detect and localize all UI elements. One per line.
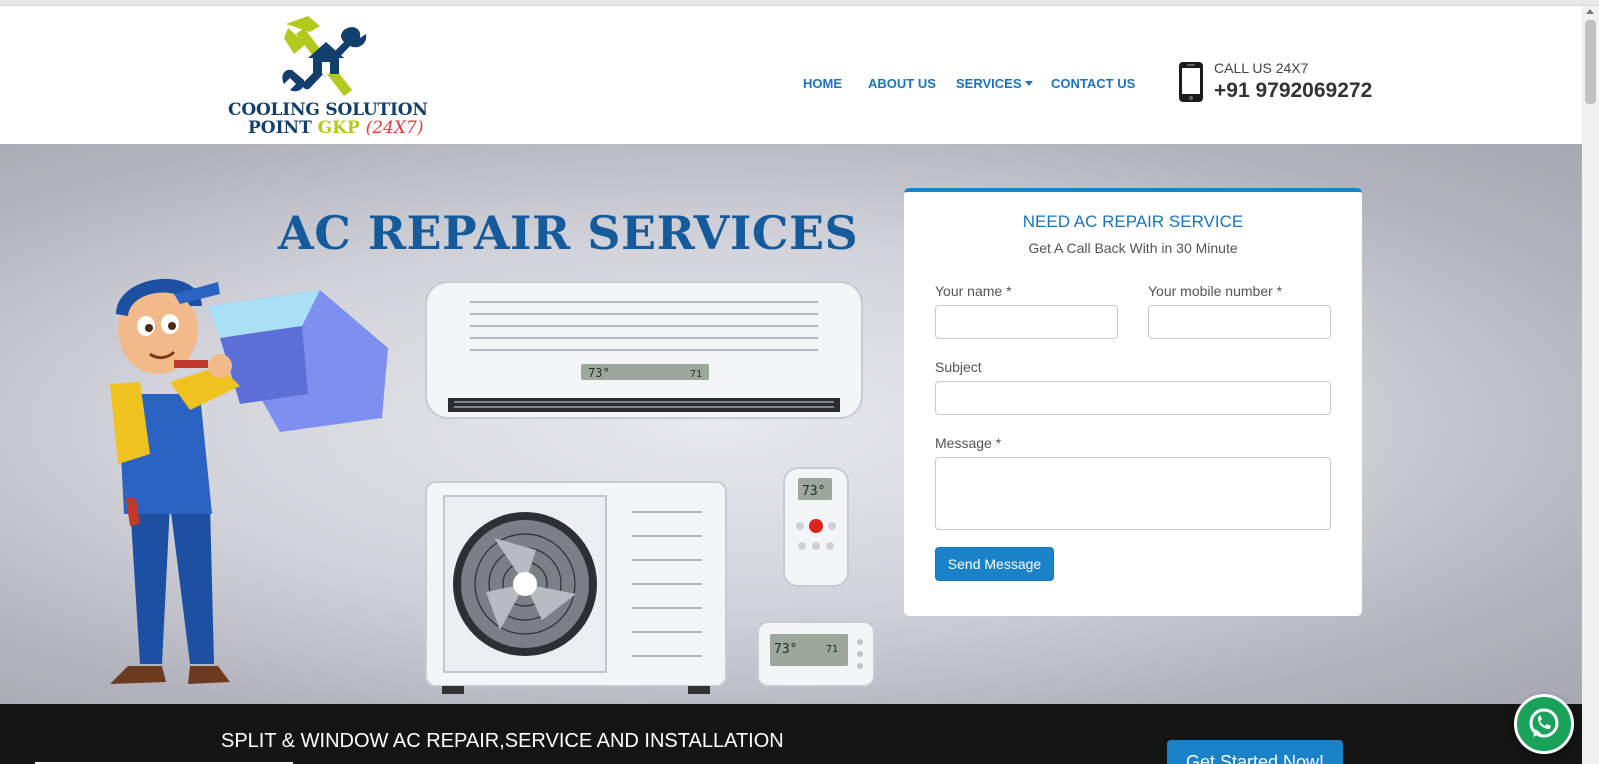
message-textarea[interactable]: [935, 457, 1331, 530]
thermostat-display-temp2: 71: [826, 644, 838, 655]
whatsapp-chat-button[interactable]: [1514, 694, 1574, 754]
indoor-display-temp: 73°: [588, 366, 610, 380]
hero-title: AC REPAIR SERVICES: [278, 206, 859, 260]
mobile-input[interactable]: [1148, 305, 1331, 339]
wall-thermostat: 73° 71: [757, 621, 875, 687]
form-subtitle: Get A Call Back With in 30 Minute: [1028, 240, 1238, 256]
logo-247-text: (24X7): [365, 118, 424, 138]
logo-title: COOLING SOLUTION: [228, 100, 428, 120]
callback-form-card: NEED AC REPAIR SERVICE Get A Call Back W…: [904, 188, 1362, 616]
phone-number[interactable]: +91 9792069272: [1214, 79, 1372, 103]
form-title: NEED AC REPAIR SERVICE: [1022, 212, 1244, 231]
message-label: Message *: [935, 435, 1002, 451]
services-strip: SPLIT & WINDOW AC REPAIR,SERVICE AND INS…: [0, 704, 1582, 764]
call-label: CALL US 24X7: [1214, 60, 1309, 76]
nav-about-us[interactable]: ABOUT US: [868, 76, 936, 91]
name-input[interactable]: [935, 305, 1118, 339]
name-label: Your name *: [935, 283, 1012, 299]
mobile-phone-icon: [1179, 62, 1203, 102]
ac-outdoor-unit: [425, 481, 727, 694]
logo-subtitle: POINT GKP (24X7): [248, 118, 423, 138]
hero-banner: AC REPAIR SERVICES 73° 71 73° 73° 71 NEE…: [0, 144, 1582, 704]
site-header: COOLING SOLUTION POINT GKP (24X7) HOME A…: [0, 6, 1582, 144]
nav-contact-us[interactable]: CONTACT US: [1051, 76, 1135, 91]
caret-down-icon: [1024, 81, 1033, 86]
send-message-button[interactable]: Send Message: [935, 547, 1054, 581]
nav-services[interactable]: SERVICES: [956, 76, 1033, 91]
subject-label: Subject: [935, 359, 982, 375]
whatsapp-icon: [1529, 708, 1559, 738]
remote-display-temp: 73°: [802, 484, 825, 499]
scrollbar-thumb[interactable]: [1585, 20, 1596, 104]
subject-input[interactable]: [935, 381, 1331, 415]
site-logo[interactable]: COOLING SOLUTION POINT GKP (24X7): [226, 14, 436, 142]
logo-point-text: POINT: [248, 118, 318, 138]
nav-home[interactable]: HOME: [803, 76, 842, 91]
logo-gkp-text: GKP: [317, 118, 360, 138]
services-strip-text: SPLIT & WINDOW AC REPAIR,SERVICE AND INS…: [221, 730, 784, 752]
mobile-label: Your mobile number *: [1148, 283, 1283, 299]
thermostat-display-temp: 73°: [774, 642, 797, 657]
indoor-display-temp2: 71: [690, 369, 702, 380]
page-scrollbar[interactable]: [1582, 6, 1599, 764]
ac-remote-control: 73°: [783, 467, 849, 587]
logo-tools-icon: [282, 16, 367, 96]
nav-services-label: SERVICES: [956, 76, 1022, 91]
get-started-button[interactable]: Get Started Now!: [1167, 740, 1343, 764]
split-ac-indoor-unit: 73° 71: [425, 281, 863, 419]
scroll-up-arrow-icon[interactable]: [1586, 9, 1594, 14]
technician-illustration: [110, 278, 388, 684]
